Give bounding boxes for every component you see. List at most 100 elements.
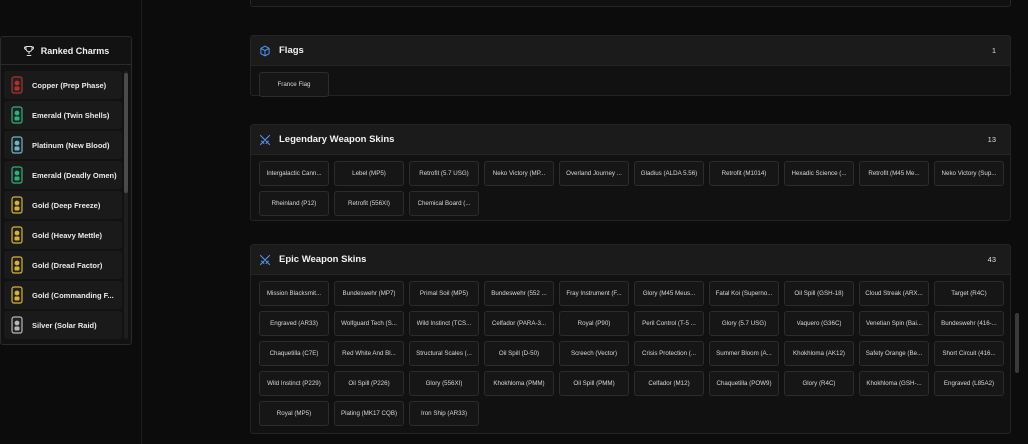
skin-item[interactable]: Celfador (M12) xyxy=(634,371,704,396)
skin-item-label: Summer Bloom (A... xyxy=(716,350,772,357)
skin-item[interactable]: Oil Spill (P226) xyxy=(334,371,404,396)
skin-item[interactable]: Mission Blacksmit... xyxy=(259,281,329,306)
skin-item-label: Engraved (L85A2) xyxy=(943,380,995,387)
skin-item[interactable]: Retrofit (M45 Me... xyxy=(859,161,929,186)
charm-item[interactable]: Emerald (Twin Shells) xyxy=(4,101,122,129)
charm-item[interactable]: Gold (Heavy Mettle) xyxy=(4,221,122,249)
skin-item-label: Oil Spill (D-50) xyxy=(498,350,540,357)
charm-item[interactable]: Gold (Dread Factor) xyxy=(4,251,122,279)
skin-item[interactable]: Wolfguard Tech (S... xyxy=(334,311,404,336)
skin-item[interactable]: Royal (MP5) xyxy=(259,401,329,426)
charm-label: Gold (Commanding F... xyxy=(32,290,114,300)
section-count-epic: 43 xyxy=(987,255,996,264)
skin-item[interactable]: Oil Spill (GSH-18) xyxy=(784,281,854,306)
skin-item[interactable]: Celfador (PARA-3... xyxy=(484,311,554,336)
charm-item[interactable]: Emerald (Deadly Omen) xyxy=(4,161,122,189)
skin-item-label: Hexadic Science (... xyxy=(791,170,847,177)
skin-item[interactable]: Safety Orange (Be... xyxy=(859,341,929,366)
main-scroll-thumb[interactable] xyxy=(1015,313,1019,373)
charm-item[interactable]: Platinum (New Blood) xyxy=(4,131,122,159)
skin-item[interactable]: Target (R4C) xyxy=(934,281,1004,306)
skin-item[interactable]: Glory (R4C) xyxy=(784,371,854,396)
skin-item-label: Khokhloma (AK12) xyxy=(793,350,845,357)
skin-item-label: Wild Instinct (P229) xyxy=(267,380,321,387)
section-epic-weapon-skins: Epic Weapon Skins 43 Mission Blacksmit..… xyxy=(250,244,1011,434)
charm-icon xyxy=(10,136,24,154)
skin-item[interactable]: Screech (Vector) xyxy=(559,341,629,366)
skin-item[interactable]: Short Circuit (416... xyxy=(934,341,1004,366)
skin-item[interactable]: Bundeswehr (552 ... xyxy=(484,281,554,306)
skin-item-label: Oil Spill (P226) xyxy=(348,380,390,387)
skin-item-label: Fray Instrument (F... xyxy=(566,290,622,297)
skin-item[interactable]: Cloud Streak (ARX... xyxy=(859,281,929,306)
skin-item[interactable]: Retrofit (556XI) xyxy=(334,191,404,216)
skin-item[interactable]: Lebel (MP5) xyxy=(334,161,404,186)
skin-item[interactable]: Wild Instinct (P229) xyxy=(259,371,329,396)
skin-item[interactable]: Chaquetilla (POW9) xyxy=(709,371,779,396)
skin-item[interactable]: Bundeswehr (MP7) xyxy=(334,281,404,306)
skin-item[interactable]: Khokhloma (PMM) xyxy=(484,371,554,396)
skin-item[interactable]: Wild Instinct (TCS... xyxy=(409,311,479,336)
skin-item[interactable]: Red White And Bl... xyxy=(334,341,404,366)
skin-item[interactable]: Gladius (ALDA 5.56) xyxy=(634,161,704,186)
skin-item[interactable]: Neko Victory (MP... xyxy=(484,161,554,186)
sidebar-divider xyxy=(141,0,142,444)
skin-item[interactable]: Retrofit (5.7 USG) xyxy=(409,161,479,186)
charm-list-scroll-thumb[interactable] xyxy=(124,73,128,193)
charm-label: Gold (Heavy Mettle) xyxy=(32,230,103,240)
skin-item[interactable]: Khokhloma (AK12) xyxy=(784,341,854,366)
skin-item[interactable]: Vaquero (G36C) xyxy=(784,311,854,336)
skin-item-label: Red White And Bl... xyxy=(342,350,396,357)
charm-item[interactable]: Copper (Prep Phase) xyxy=(4,71,122,99)
charm-list-scrollbar[interactable] xyxy=(124,71,128,339)
skin-item-label: Celfador (PARA-3... xyxy=(491,320,547,327)
skin-item[interactable]: Rheinland (P12) xyxy=(259,191,329,216)
skin-item[interactable]: Primal Soil (MP5) xyxy=(409,281,479,306)
section-header-legendary[interactable]: Legendary Weapon Skins 13 xyxy=(251,125,1010,155)
skin-item[interactable]: Bundeswehr (416-... xyxy=(934,311,1004,336)
skin-item[interactable]: Venetian Spin (Bai... xyxy=(859,311,929,336)
skin-item[interactable]: Engraved (L85A2) xyxy=(934,371,1004,396)
skin-item[interactable]: Fray Instrument (F... xyxy=(559,281,629,306)
skin-item[interactable]: Structural Scales (... xyxy=(409,341,479,366)
section-count-flags: 1 xyxy=(991,46,996,55)
skin-item[interactable]: Chemical Board (... xyxy=(409,191,479,216)
skin-item[interactable]: Royal (P90) xyxy=(559,311,629,336)
charm-item[interactable]: Gold (Deep Freeze) xyxy=(4,191,122,219)
skin-item-label: Retrofit (M1014) xyxy=(721,170,767,177)
skin-item[interactable]: Intergalactic Cann... xyxy=(259,161,329,186)
skin-item[interactable]: Fatal Koi (Superno... xyxy=(709,281,779,306)
epic-items: Mission Blacksmit... Bundeswehr (MP7) Prim… xyxy=(251,275,1010,426)
skin-item[interactable]: Neko Victory (Sup... xyxy=(934,161,1004,186)
skin-item[interactable]: Chaquetilla (C7E) xyxy=(259,341,329,366)
skin-item[interactable]: Glory (556XI) xyxy=(409,371,479,396)
skin-item-label: Safety Orange (Be... xyxy=(865,350,923,357)
charm-item[interactable]: Gold (Commanding F... xyxy=(4,281,122,309)
skin-item[interactable]: Oil Spill (PMM) xyxy=(559,371,629,396)
charm-label: Emerald (Deadly Omen) xyxy=(32,170,117,180)
ranked-charms-header: Ranked Charms xyxy=(1,37,131,65)
charm-label: Copper (Prep Phase) xyxy=(32,80,107,90)
skin-item[interactable]: Engraved (AR33) xyxy=(259,311,329,336)
skin-item[interactable]: Crisis Protection (... xyxy=(634,341,704,366)
skin-item[interactable]: Summer Bloom (A... xyxy=(709,341,779,366)
skin-item-label: Venetian Spin (Bai... xyxy=(865,320,923,327)
skin-item[interactable]: Khokhloma (GSH-... xyxy=(859,371,929,396)
section-legendary-weapon-skins: Legendary Weapon Skins 13 Intergalactic … xyxy=(250,124,1011,221)
skin-item[interactable]: Overland Journey ... xyxy=(559,161,629,186)
section-header-epic[interactable]: Epic Weapon Skins 43 xyxy=(251,245,1010,275)
skin-item[interactable]: Glory (5.7 USG) xyxy=(709,311,779,336)
section-header-flags[interactable]: Flags 1 xyxy=(251,36,1010,66)
skin-item-label: Gladius (ALDA 5.56) xyxy=(640,170,698,177)
skin-item[interactable]: Iron Ship (AR33) xyxy=(409,401,479,426)
skin-item[interactable]: Peril Control (T-5 ... xyxy=(634,311,704,336)
skin-item[interactable]: Plating (MK17 CQB) xyxy=(334,401,404,426)
skin-item-label: Glory (5.7 USG) xyxy=(721,320,767,327)
skin-item[interactable]: Hexadic Science (... xyxy=(784,161,854,186)
skin-item[interactable]: Retrofit (M1014) xyxy=(709,161,779,186)
charm-item[interactable]: Silver (Solar Raid) xyxy=(4,311,122,339)
skin-item[interactable]: France Flag xyxy=(259,72,329,97)
charm-label: Gold (Dread Factor) xyxy=(32,260,103,270)
skin-item[interactable]: Glory (M45 Meus... xyxy=(634,281,704,306)
skin-item[interactable]: Oil Spill (D-50) xyxy=(484,341,554,366)
